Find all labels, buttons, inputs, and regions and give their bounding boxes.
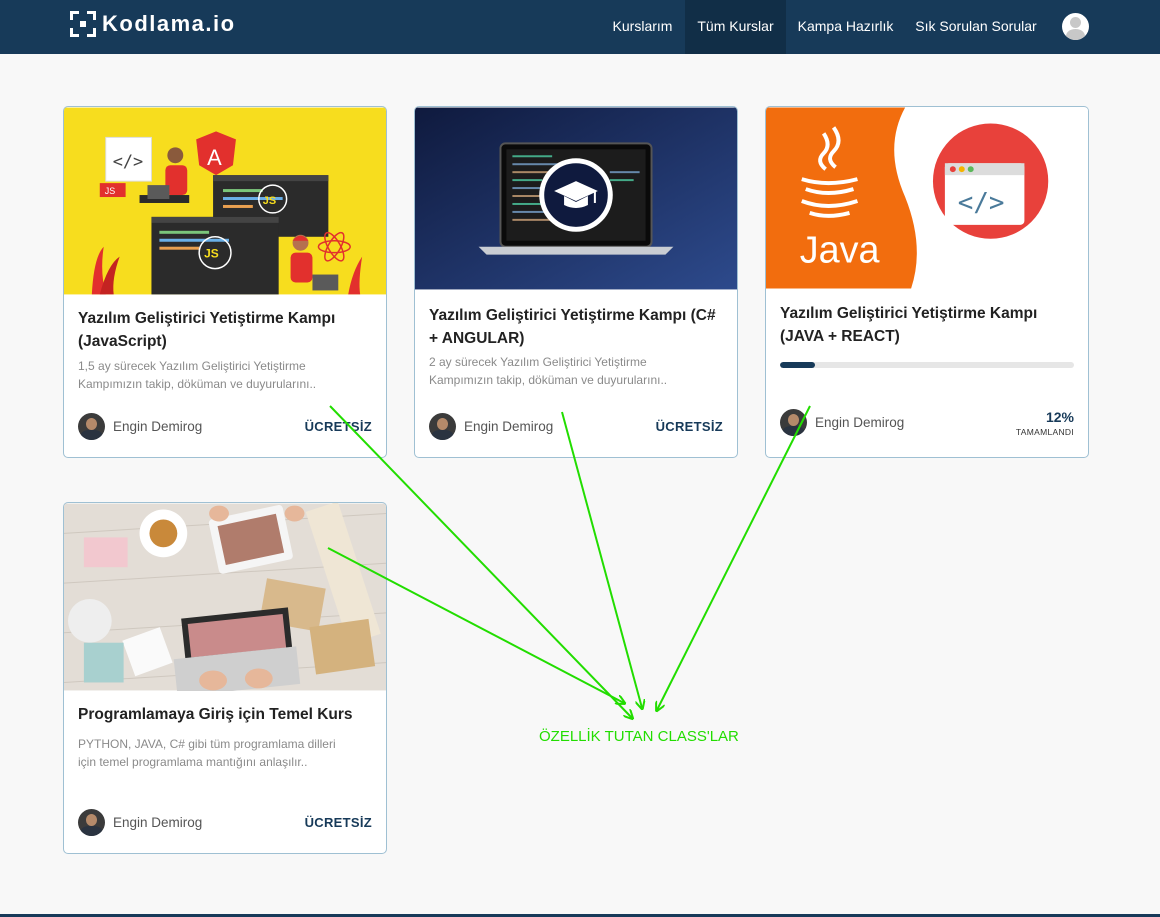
nav-item-kampa-hazirlik[interactable]: Kampa Hazırlık [792, 0, 899, 54]
author-name: Engin Demirog [464, 419, 554, 434]
user-avatar-icon[interactable] [1062, 13, 1089, 40]
course-author: Engin Demirog [78, 809, 202, 836]
course-progress-bar [780, 362, 1074, 368]
course-description: 2 ay sürecek Yazılım Geliştirici Yetişti… [429, 355, 668, 387]
course-author: Engin Demirog [429, 413, 553, 440]
author-name: Engin Demirog [113, 419, 203, 434]
course-title[interactable]: Yazılım Geliştirici Yetiştirme Kampı (Ja… [78, 307, 372, 353]
author-name: Engin Demirog [815, 415, 905, 430]
svg-text:A: A [207, 145, 222, 170]
author-avatar [780, 409, 807, 436]
course-card-java-react[interactable]: Java </> Yazılım Geliştirici Yetiştirme … [765, 106, 1089, 458]
svg-text:JS: JS [263, 195, 276, 207]
svg-text:Java: Java [800, 230, 880, 272]
top-navbar: Kodlama.io Kurslarım Tüm Kurslar Kampa H… [0, 0, 1160, 54]
logo[interactable]: Kodlama.io [70, 11, 236, 37]
progress-percent: 12% TAMAMLANDI [1016, 409, 1074, 437]
course-title[interactable]: Programlamaya Giriş için Temel Kurs [78, 703, 372, 726]
svg-text:</>: </> [958, 188, 1005, 218]
course-author: Engin Demirog [780, 409, 904, 436]
course-progress-fill [780, 362, 816, 368]
course-author: Engin Demirog [78, 413, 202, 440]
course-title[interactable]: Yazılım Geliştirici Yetiştirme Kampı (C#… [429, 304, 723, 350]
course-title[interactable]: Yazılım Geliştirici Yetiştirme Kampı (JA… [780, 302, 1074, 348]
author-avatar [78, 809, 105, 836]
course-card-javascript[interactable]: </> JS A JS JS Yazılım Geliştirici Yetiş… [63, 106, 387, 458]
price-label: ÜCRETSİZ [304, 419, 372, 434]
csharp-course-image [415, 107, 737, 290]
nav-item-tum-kurslar[interactable]: Tüm Kurslar [685, 0, 786, 54]
course-card-programlamaya-giris[interactable]: Programlamaya Giriş için Temel Kurs PYTH… [63, 502, 387, 854]
annotation-label: ÖZELLİK TUTAN CLASS'LAR [539, 728, 739, 745]
svg-text:JS: JS [105, 186, 115, 196]
author-avatar [429, 413, 456, 440]
author-avatar [78, 413, 105, 440]
progress-percent-label: TAMAMLANDI [1015, 427, 1074, 437]
author-name: Engin Demirog [113, 815, 203, 830]
logo-text: Kodlama.io [102, 11, 236, 36]
java-course-image: Java </> [766, 107, 1088, 289]
price-label: ÜCRETSİZ [655, 419, 723, 434]
programming-intro-course-image [64, 503, 386, 691]
nav-item-kurslarim[interactable]: Kurslarım [605, 0, 680, 54]
nav-item-sss[interactable]: Sık Sorulan Sorular [907, 0, 1045, 54]
svg-text:</>: </> [113, 151, 143, 171]
course-card-csharp-angular[interactable]: Yazılım Geliştirici Yetiştirme Kampı (C#… [414, 106, 738, 458]
svg-text:JS: JS [204, 247, 219, 261]
logo-mark-icon [70, 11, 96, 37]
price-label: ÜCRETSİZ [304, 815, 372, 830]
progress-percent-value: 12% [1045, 409, 1074, 425]
javascript-course-image: </> JS A JS JS [64, 107, 386, 295]
course-description: 1,5 ay sürecek Yazılım Geliştirici Yetiş… [78, 359, 317, 391]
course-description: PYTHON, JAVA, C# gibi tüm programlama di… [78, 737, 336, 769]
